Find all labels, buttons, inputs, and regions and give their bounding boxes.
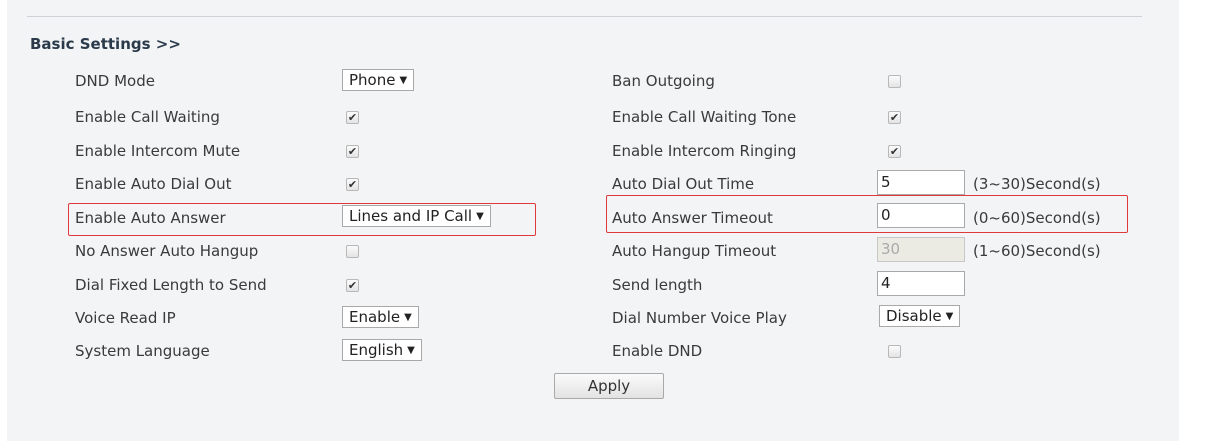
system-language-select[interactable]: English ▼ (342, 339, 422, 361)
voice-read-ip-select[interactable]: Enable ▼ (342, 306, 419, 328)
no-answer-auto-hangup-checkbox[interactable] (346, 245, 359, 258)
voice-read-ip-value: Enable (349, 308, 401, 326)
dial-fixed-length-checkbox[interactable]: ✔ (346, 279, 359, 292)
enable-dnd-label: Enable DND (612, 342, 703, 360)
dropdown-arrow-icon: ▼ (945, 311, 954, 322)
enable-call-waiting-tone-label: Enable Call Waiting Tone (612, 108, 797, 126)
dial-number-voice-play-select[interactable]: Disable ▼ (879, 305, 961, 327)
dial-number-voice-play-value: Disable (886, 307, 942, 325)
checkmark-icon: ✔ (347, 178, 358, 191)
auto-answer-timeout-input[interactable]: 0 (877, 203, 965, 228)
auto-dial-out-time-label: Auto Dial Out Time (612, 175, 755, 193)
enable-call-waiting-checkbox[interactable]: ✔ (346, 111, 359, 124)
dnd-mode-label: DND Mode (75, 72, 155, 90)
dnd-mode-value: Phone (349, 71, 396, 89)
auto-answer-timeout-label: Auto Answer Timeout (612, 209, 773, 227)
no-answer-auto-hangup-label: No Answer Auto Hangup (75, 242, 259, 260)
auto-hangup-timeout-hint: (1~60)Second(s) (973, 242, 1101, 260)
checkmark-icon: ✔ (347, 111, 358, 124)
system-language-label: System Language (75, 342, 210, 360)
ban-outgoing-label: Ban Outgoing (612, 72, 715, 90)
enable-intercom-ringing-checkbox[interactable]: ✔ (888, 145, 901, 158)
voice-read-ip-label: Voice Read IP (75, 309, 176, 327)
enable-auto-dial-out-checkbox[interactable]: ✔ (346, 178, 359, 191)
enable-auto-answer-label: Enable Auto Answer (75, 209, 226, 227)
dropdown-arrow-icon: ▼ (476, 211, 484, 222)
dnd-mode-select[interactable]: Phone ▼ (342, 69, 415, 91)
dial-fixed-length-label: Dial Fixed Length to Send (75, 276, 267, 294)
section-title: Basic Settings >> (30, 35, 181, 53)
auto-dial-out-time-hint: (3~30)Second(s) (973, 175, 1101, 193)
ban-outgoing-checkbox[interactable] (888, 75, 901, 88)
enable-dnd-checkbox[interactable] (888, 345, 901, 358)
checkmark-icon: ✔ (889, 145, 900, 158)
enable-call-waiting-label: Enable Call Waiting (75, 108, 220, 126)
send-length-input[interactable]: 4 (877, 271, 965, 296)
enable-intercom-mute-checkbox[interactable]: ✔ (346, 145, 359, 158)
checkmark-icon: ✔ (889, 111, 900, 124)
dropdown-arrow-icon: ▼ (407, 345, 415, 356)
enable-auto-answer-select[interactable]: Lines and IP Call ▼ (342, 205, 491, 227)
auto-dial-out-time-input[interactable]: 5 (877, 170, 965, 195)
enable-auto-dial-out-label: Enable Auto Dial Out (75, 175, 232, 193)
dropdown-arrow-icon: ▼ (399, 75, 408, 86)
auto-hangup-timeout-input: 30 (877, 237, 965, 262)
enable-intercom-ringing-label: Enable Intercom Ringing (612, 142, 797, 160)
divider (27, 16, 1142, 17)
checkmark-icon: ✔ (347, 145, 358, 158)
enable-intercom-mute-label: Enable Intercom Mute (75, 142, 241, 160)
checkmark-icon: ✔ (347, 279, 358, 292)
enable-call-waiting-tone-checkbox[interactable]: ✔ (888, 111, 901, 124)
send-length-label: Send length (612, 276, 703, 294)
dial-number-voice-play-label: Dial Number Voice Play (612, 309, 787, 327)
enable-auto-answer-value: Lines and IP Call (349, 207, 473, 225)
auto-answer-timeout-hint: (0~60)Second(s) (973, 209, 1101, 227)
system-language-value: English (349, 341, 404, 359)
apply-button[interactable]: Apply (554, 373, 664, 399)
auto-hangup-timeout-label: Auto Hangup Timeout (612, 242, 777, 260)
dropdown-arrow-icon: ▼ (404, 312, 412, 323)
